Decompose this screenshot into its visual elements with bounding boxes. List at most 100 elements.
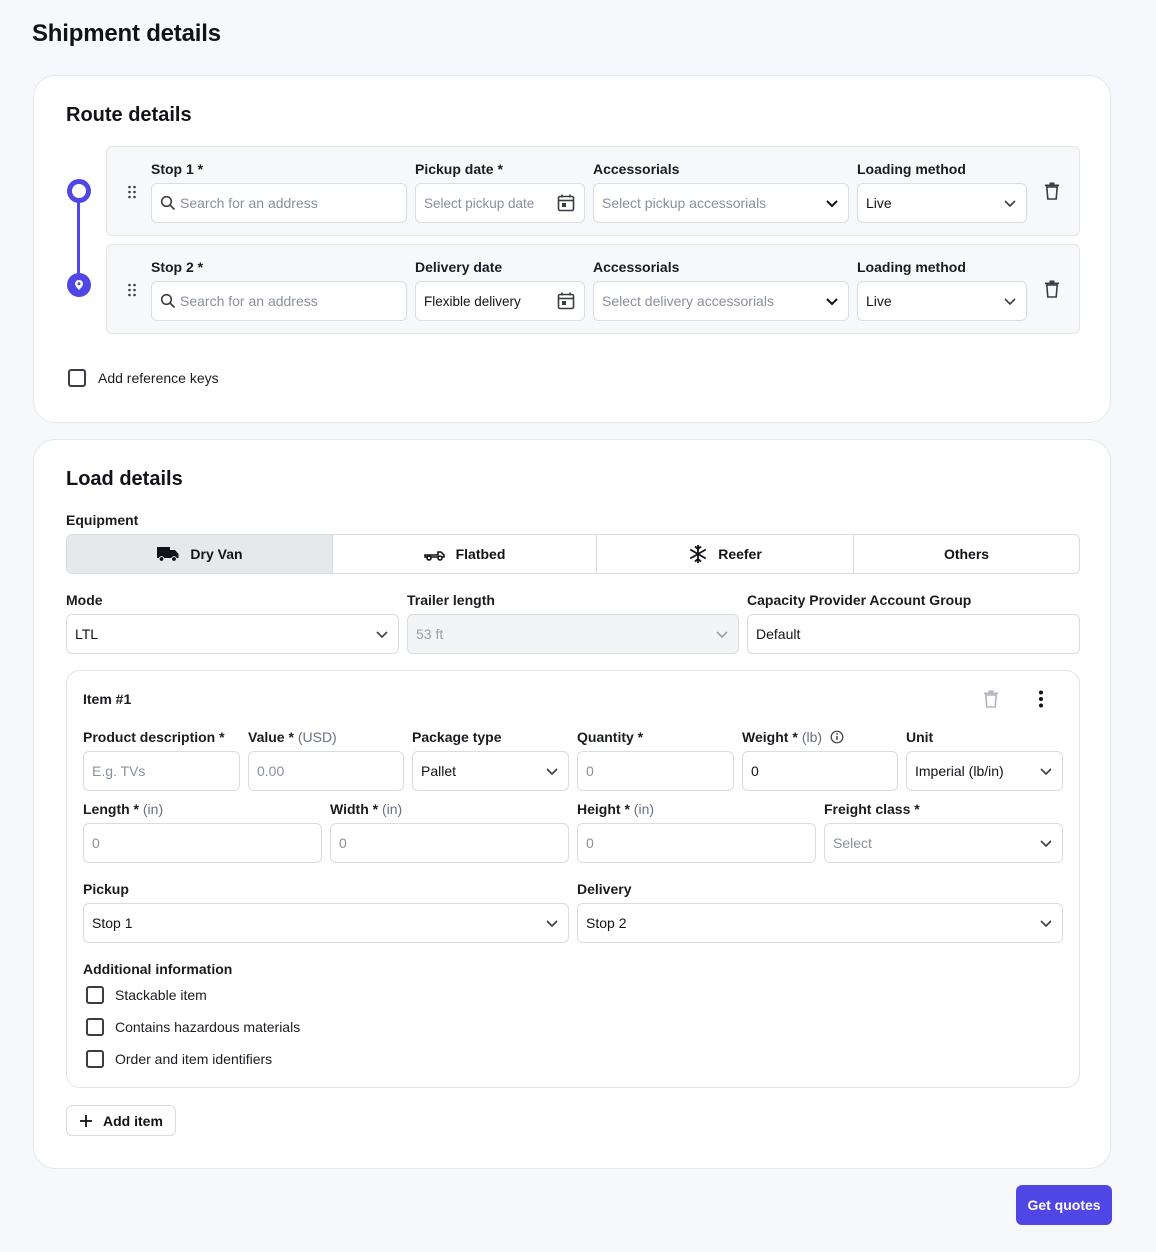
stop-row-1: Stop 1 * Search for an address Pickup da… <box>106 146 1080 236</box>
route-timeline <box>77 191 80 286</box>
destination-pin-icon <box>67 273 91 297</box>
chevron-down-icon <box>716 631 728 639</box>
item-delete-icon[interactable] <box>983 690 999 708</box>
equipment-dry-van[interactable]: Dry Van <box>67 535 333 573</box>
height-input[interactable]: 0 <box>577 823 816 863</box>
length-input[interactable]: 0 <box>83 823 322 863</box>
value-input[interactable]: 0.00 <box>248 751 404 791</box>
snowflake-icon <box>689 545 707 563</box>
package-type-select[interactable]: Pallet <box>412 751 569 791</box>
pickup-label: Pickup <box>83 881 129 897</box>
delivery-date-label: Delivery date <box>415 259 503 275</box>
chevron-down-icon <box>1004 200 1016 208</box>
order-identifiers-label: Order and item identifiers <box>115 1051 273 1067</box>
hazardous-materials-checkbox[interactable] <box>86 1018 104 1036</box>
chevron-down-icon <box>1004 298 1016 306</box>
hazardous-materials-label: Contains hazardous materials <box>115 1019 301 1035</box>
truck-icon <box>157 547 179 562</box>
length-label: Length * (in) <box>83 801 164 817</box>
reference-keys-checkbox[interactable] <box>68 369 86 387</box>
calendar-icon[interactable] <box>556 291 576 311</box>
flatbed-icon <box>423 551 445 561</box>
equipment-others[interactable]: Others <box>854 535 1079 573</box>
stackable-item-checkbox[interactable] <box>86 986 104 1004</box>
unit-select[interactable]: Imperial (lb/in) <box>906 751 1063 791</box>
package-type-label: Package type <box>412 729 502 745</box>
load-details-title: Load details <box>66 468 183 490</box>
mode-label: Mode <box>66 592 103 608</box>
stop-1-label: Stop 1 * <box>151 161 204 177</box>
item-card: Item #1 Product description * E.g. TVs V… <box>66 670 1080 1088</box>
pickup-date-label: Pickup date * <box>415 161 503 177</box>
reference-keys-label: Add reference keys <box>98 370 219 386</box>
equipment-reefer[interactable]: Reefer <box>597 535 854 573</box>
weight-input[interactable]: 0 <box>742 751 898 791</box>
chevron-down-icon <box>546 768 558 776</box>
weight-label: Weight * (lb) <box>742 729 844 745</box>
calendar-icon[interactable] <box>556 193 576 213</box>
value-label: Value * (USD) <box>248 729 337 745</box>
height-label: Height * (in) <box>577 801 655 817</box>
plus-icon <box>80 1114 92 1127</box>
chevron-down-icon <box>1040 920 1052 928</box>
item-title: Item #1 <box>83 691 132 707</box>
route-details-title: Route details <box>66 104 192 126</box>
chevron-down-icon <box>1040 768 1052 776</box>
info-icon[interactable] <box>830 730 844 744</box>
chevron-down-icon <box>826 200 838 208</box>
width-label: Width * (in) <box>330 801 403 817</box>
stop-2-address-input[interactable]: Search for an address <box>151 281 407 321</box>
chevron-down-icon <box>826 298 838 306</box>
origin-node-icon <box>67 179 91 203</box>
stop-1-loading-method-label: Loading method <box>857 161 966 177</box>
chevron-down-icon <box>376 631 388 639</box>
stop-row-2: Stop 2 * Search for an address Delivery … <box>106 244 1080 334</box>
product-description-input[interactable]: E.g. TVs <box>83 751 240 791</box>
freight-class-label: Freight class * <box>824 801 920 817</box>
equipment-selector: Dry Van Flatbed Reefer Others <box>66 534 1080 574</box>
stop-1-loading-method-select[interactable]: Live <box>857 183 1027 223</box>
unit-label: Unit <box>906 729 934 745</box>
equipment-flatbed[interactable]: Flatbed <box>333 535 597 573</box>
capacity-provider-input[interactable]: Default <box>747 614 1080 654</box>
stackable-item-label: Stackable item <box>115 987 207 1003</box>
delivery-label: Delivery <box>577 881 632 897</box>
drag-handle-icon[interactable] <box>127 185 137 199</box>
trailer-length-label: Trailer length <box>407 592 495 608</box>
load-details-card: Load details Equipment Dry Van Flatbed R… <box>33 439 1111 1169</box>
stop-2-label: Stop 2 * <box>151 259 204 275</box>
quantity-label: Quantity * <box>577 729 644 745</box>
width-input[interactable]: 0 <box>330 823 569 863</box>
stop-2-delete-icon[interactable] <box>1044 280 1060 298</box>
delivery-accessorials-select[interactable]: Select delivery accessorials <box>593 281 849 321</box>
stop-2-loading-method-select[interactable]: Live <box>857 281 1027 321</box>
drag-handle-icon[interactable] <box>127 283 137 297</box>
mode-select[interactable]: LTL <box>66 614 399 654</box>
additional-information-label: Additional information <box>83 961 233 977</box>
stop-1-delete-icon[interactable] <box>1044 182 1060 200</box>
trailer-length-select: 53 ft <box>407 614 739 654</box>
add-item-button[interactable]: Add item <box>66 1105 176 1136</box>
page-title: Shipment details <box>32 20 221 47</box>
chevron-down-icon <box>546 920 558 928</box>
search-icon <box>160 195 176 211</box>
search-icon <box>160 293 176 309</box>
pickup-stop-select[interactable]: Stop 1 <box>83 903 569 943</box>
get-quotes-button[interactable]: Get quotes <box>1016 1185 1112 1225</box>
pickup-accessorials-label: Accessorials <box>593 161 680 177</box>
product-description-label: Product description * <box>83 729 225 745</box>
more-options-icon[interactable] <box>1038 690 1044 708</box>
route-details-card: Route details Stop 1 * Search for an add… <box>33 75 1111 423</box>
freight-class-select[interactable]: Select <box>824 823 1063 863</box>
delivery-accessorials-label: Accessorials <box>593 259 680 275</box>
quantity-input[interactable]: 0 <box>577 751 734 791</box>
chevron-down-icon <box>1040 840 1052 848</box>
order-identifiers-checkbox[interactable] <box>86 1050 104 1068</box>
delivery-date-input[interactable]: Flexible delivery <box>415 281 585 321</box>
pickup-accessorials-select[interactable]: Select pickup accessorials <box>593 183 849 223</box>
delivery-stop-select[interactable]: Stop 2 <box>577 903 1063 943</box>
pickup-date-input[interactable]: Select pickup date <box>415 183 585 223</box>
capacity-provider-label: Capacity Provider Account Group <box>747 592 972 608</box>
stop-1-address-input[interactable]: Search for an address <box>151 183 407 223</box>
equipment-label: Equipment <box>66 512 139 528</box>
